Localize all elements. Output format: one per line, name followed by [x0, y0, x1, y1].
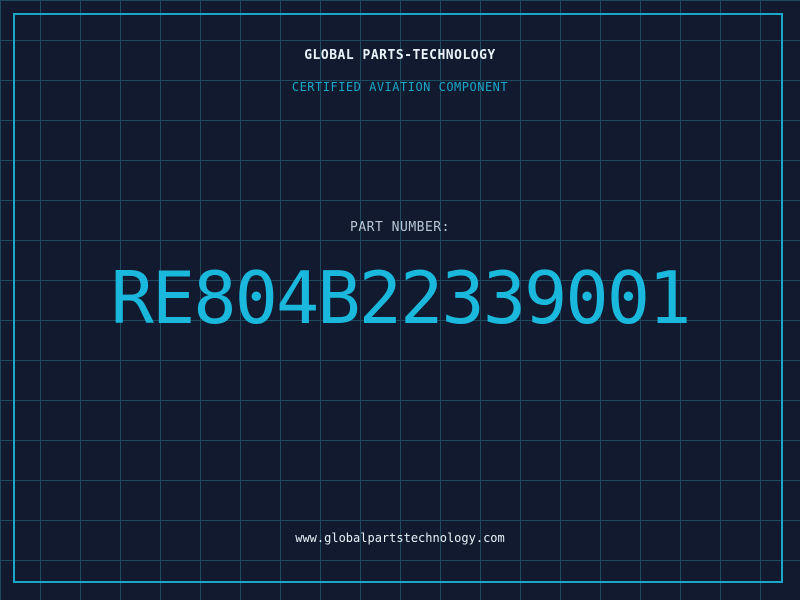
part-label-card: GLOBAL PARTS-TECHNOLOGY CERTIFIED AVIATI…: [0, 0, 800, 600]
part-number-value: RE804B22339001: [110, 256, 692, 340]
website-url: www.globalpartstechnology.com: [295, 531, 505, 545]
certification-subtitle: CERTIFIED AVIATION COMPONENT: [291, 80, 509, 94]
part-number-label: PART NUMBER:: [350, 220, 450, 235]
company-name: GLOBAL PARTS-TECHNOLOGY: [304, 48, 496, 63]
